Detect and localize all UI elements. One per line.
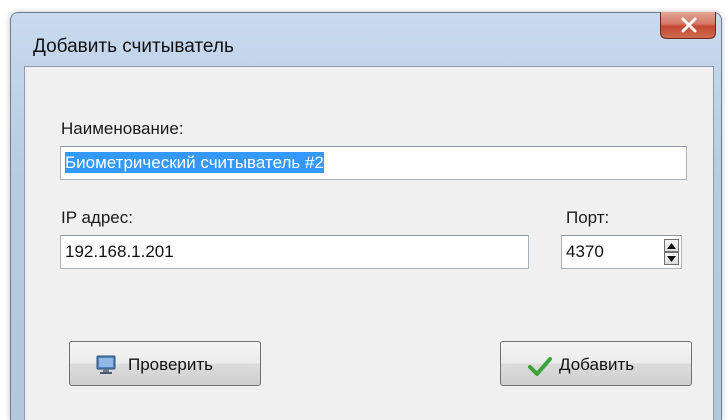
port-spinner[interactable]: 4370 [561, 235, 682, 269]
window-title: Добавить считыватель [33, 36, 234, 57]
add-button[interactable]: Добавить [500, 341, 692, 386]
ip-field[interactable]: 192.168.1.201 [60, 235, 529, 269]
check-button[interactable]: Проверить [69, 341, 261, 386]
port-value: 4370 [566, 242, 604, 261]
ip-label: IP адрес: [61, 208, 133, 227]
name-field[interactable]: Биометрический считыватель #2 [60, 146, 687, 180]
check-button-label: Проверить [128, 355, 214, 374]
port-label: Порт: [566, 208, 610, 227]
spin-down-button[interactable] [664, 252, 679, 265]
arrow-up-icon [667, 243, 676, 249]
ip-field-value: 192.168.1.201 [65, 242, 174, 261]
title-bar[interactable]: Добавить считыватель [11, 12, 721, 67]
close-icon [681, 17, 697, 33]
monitor-icon [96, 355, 116, 374]
checkmark-icon [528, 357, 552, 376]
spin-up-button[interactable] [664, 239, 679, 252]
name-field-value: Биометрический считыватель #2 [65, 152, 324, 173]
add-button-label: Добавить [559, 355, 635, 374]
name-label: Наименование: [61, 119, 184, 138]
dialog-body: Наименование: Биометрический считыватель… [24, 66, 714, 420]
arrow-down-icon [667, 256, 676, 262]
dialog-window: Добавить считыватель Наименование: Биоме… [10, 12, 722, 420]
close-button[interactable] [660, 12, 716, 39]
